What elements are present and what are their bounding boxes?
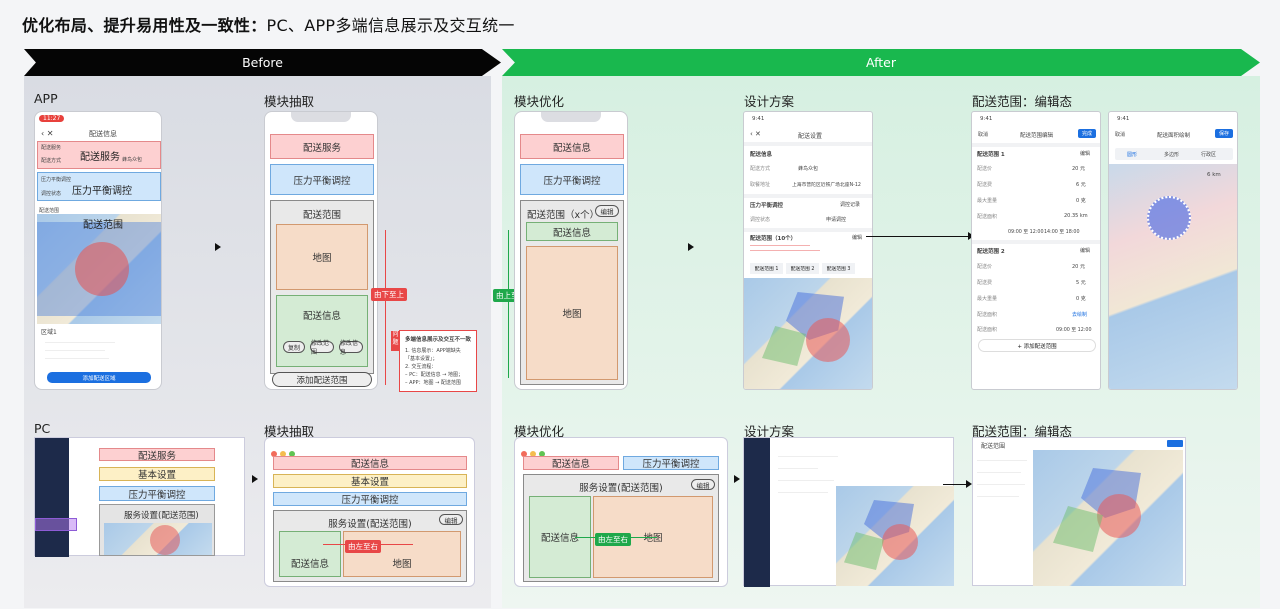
pc-optimize-window: 配送信息 压力平衡调控 服务设置(配送范围) 编辑 配送信息 地图 由左至右	[514, 437, 728, 587]
opt-edit-button[interactable]: 编辑	[595, 205, 619, 217]
draw-map[interactable]: 6 km	[1109, 164, 1237, 389]
pc-block-basic: 基本设置	[99, 467, 215, 481]
pc-block-service: 配送服务	[99, 448, 215, 462]
done-button[interactable]: 完成	[1078, 129, 1096, 138]
add-range-button[interactable]: 添加配送范围	[272, 372, 372, 387]
arrow-top-down	[508, 230, 509, 378]
pc-design-screen	[743, 437, 954, 587]
map-area[interactable]: 配送范围	[37, 214, 161, 324]
draw-circle[interactable]	[1147, 196, 1191, 240]
back-icon[interactable]: ‹ ✕	[750, 130, 761, 138]
block-info: 配送信息	[276, 295, 368, 367]
area-title: 区域1	[41, 329, 57, 336]
label-extract-app: 模块抽取	[264, 94, 315, 109]
cancel-button[interactable]: 取消	[978, 131, 988, 138]
tab-polygon[interactable]: 多边形	[1164, 151, 1179, 158]
before-label: Before	[242, 55, 283, 70]
chip-edit-range[interactable]: 修改范围	[310, 340, 334, 356]
pressure-block: 压力平衡调控 调控状态 压力平衡调控	[37, 172, 161, 201]
opt-block-pressure: 压力平衡调控	[520, 164, 624, 195]
chip-edit-info[interactable]: 修改信息	[339, 340, 363, 356]
pc-extract-window: 配送信息 基本设置 压力平衡调控 服务设置(配送范围) 编辑 配送信息 地图 由…	[264, 437, 475, 587]
opt-block-info: 配送信息	[520, 134, 624, 159]
screen-title: 配送信息	[89, 130, 117, 138]
label-edit-app: 配送范围：编辑态	[972, 94, 1073, 109]
app-original-screen: 11:27 ‹ ✕ 配送信息 配送服务 配送方式 配送服务 蜂鸟众包 压力平衡调…	[34, 111, 162, 390]
range-overlay: 配送范围	[83, 220, 123, 231]
issue-badge: 问题	[391, 331, 400, 351]
pc-edit-screen: 配送范围	[972, 437, 1186, 586]
flow-arrow	[688, 243, 694, 251]
block-map: 地图	[276, 224, 368, 290]
pressure-overlay: 压力平衡调控	[72, 186, 132, 197]
range-tab-3[interactable]: 配送范围 3	[822, 263, 855, 274]
label-app: APP	[34, 91, 58, 106]
opt-block-info-inner: 配送信息	[526, 222, 618, 241]
tag-bottom-up: 由下至上	[371, 288, 407, 301]
issue-note: 问题 多端信息展示及交互不一致 1. 信息展示：APP端缺失 「基本设置」； 2…	[391, 330, 477, 392]
delivery-service-block: 配送服务 配送方式 配送服务 蜂鸟众包	[37, 141, 161, 169]
label-design-app: 设计方案	[744, 94, 795, 109]
status-time: 11:27	[39, 115, 65, 122]
flow-arrow	[215, 243, 221, 251]
arrow-bottom-up	[385, 230, 386, 385]
tab-district[interactable]: 行政区	[1201, 151, 1216, 158]
add-range-button[interactable]: + 添加配送范围	[978, 339, 1096, 352]
opt-block-map: 地图	[526, 246, 618, 380]
pc-sidebar	[744, 438, 770, 587]
block-pressure: 压力平衡调控	[270, 164, 374, 195]
tab-circle[interactable]: 圆形	[1127, 151, 1137, 158]
label-pc: PC	[34, 421, 51, 436]
app-draw-screen: 9:41 取消 配送面积绘制 保存 圆形 多边形 行政区 6 km	[1108, 111, 1238, 390]
app-design-screen: 9:41 ‹ ✕ 配送设置 配送信息 配送方式 蜂鸟众包 取餐地址 上海市普陀区…	[743, 111, 873, 390]
pc-design-map[interactable]	[836, 486, 954, 586]
range-edit-link[interactable]: 编辑	[852, 234, 862, 241]
app-optimize-screen: 配送信息 压力平衡调控 配送范围（x个） 编辑 配送信息 地图	[514, 111, 628, 390]
page-heading: 优化布局、提升易用性及一致性：PC、APP多端信息展示及交互统一	[22, 16, 515, 35]
pc-edit-map[interactable]	[1033, 450, 1183, 586]
block-service: 配送服务	[270, 134, 374, 159]
design-map[interactable]	[744, 278, 872, 389]
range-circle	[75, 242, 129, 296]
range-tab-1[interactable]: 配送范围 1	[750, 263, 783, 274]
after-label: After	[865, 55, 897, 70]
range-tab-2[interactable]: 配送范围 2	[786, 263, 819, 274]
save-button[interactable]: 保存	[1215, 129, 1233, 138]
add-area-button[interactable]: 添加配送区域	[47, 372, 151, 383]
pc-block-pressure: 压力平衡调控	[99, 486, 215, 501]
chip-copy[interactable]: 复制	[283, 341, 305, 353]
app-edit-screen: 9:41 取消 配送范围编辑 完成 配送范围 1 编辑 配送价 20 元 配送费…	[971, 111, 1101, 390]
draw-link[interactable]: 去绘制	[1072, 311, 1087, 318]
delivery-service-overlay: 配送服务	[80, 152, 120, 163]
label-optimize-app: 模块优化	[514, 94, 565, 109]
pc-sidebar	[35, 438, 69, 557]
pc-original-screen: 配送服务 基本设置 压力平衡调控 服务设置(配送范围)	[34, 437, 245, 557]
connector-line	[866, 236, 971, 237]
app-extract-screen: 配送服务 压力平衡调控 配送范围 地图 配送信息 复制 修改范围 修改信息 添加…	[264, 111, 378, 390]
back-icon[interactable]: ‹ ✕	[41, 129, 53, 138]
